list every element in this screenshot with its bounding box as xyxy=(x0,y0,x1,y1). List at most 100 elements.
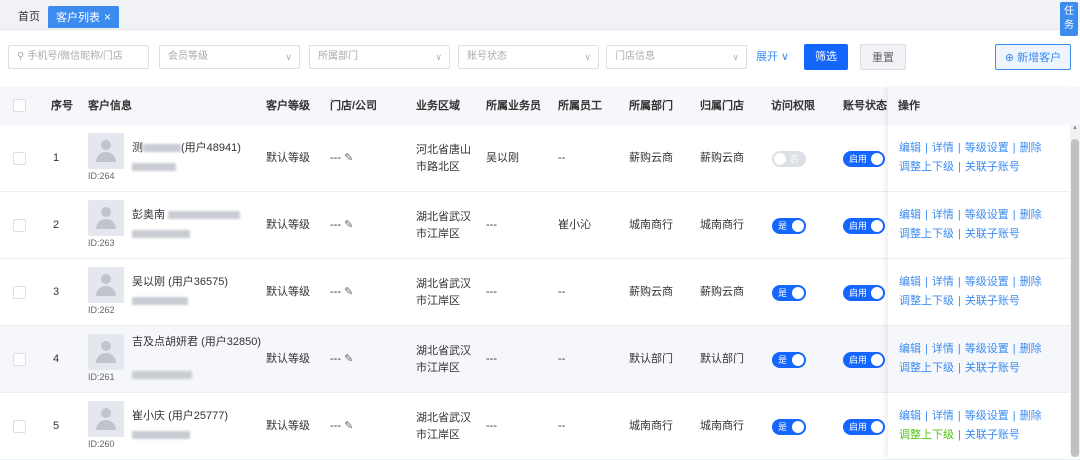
customer-level: 默认等级 xyxy=(266,420,310,432)
scrollbar-thumb[interactable] xyxy=(1071,139,1079,457)
scroll-up-icon[interactable]: ▲ xyxy=(1072,125,1078,131)
store-info-select[interactable]: 门店信息 ∨ xyxy=(606,45,747,69)
redacted-text xyxy=(143,144,181,153)
col-header: 门店/公司 xyxy=(330,100,378,112)
customer-name: 彭奥南 xyxy=(132,207,241,224)
customer-name: 吉及点胡妍君 (用户32850) xyxy=(132,336,261,348)
customer-phone xyxy=(132,293,188,310)
business-region: 湖北省武汉市江岸区 xyxy=(416,278,471,307)
status-toggle[interactable]: 启用 xyxy=(843,352,885,368)
access-toggle[interactable]: 是 xyxy=(772,285,806,301)
chevron-down-icon: ∨ xyxy=(732,52,739,62)
access-toggle[interactable]: 是 xyxy=(772,218,806,234)
row-checkbox[interactable] xyxy=(13,152,26,165)
row-number: 4 xyxy=(53,353,60,365)
business-region: 湖北省武汉市江岸区 xyxy=(416,211,471,240)
search-icon: ⚲ xyxy=(17,51,25,62)
store-company: --- ✎ xyxy=(330,219,354,231)
pencil-icon[interactable]: ✎ xyxy=(344,152,353,164)
access-toggle[interactable]: 否 xyxy=(772,151,806,167)
home-store: 薪购云商 xyxy=(700,286,744,298)
chevron-down-icon: ∨ xyxy=(778,51,790,63)
member-level-select[interactable]: 会员等级 ∨ xyxy=(159,45,300,69)
redacted-text xyxy=(168,211,241,220)
col-header: 业务区域 xyxy=(416,100,460,112)
close-icon[interactable]: × xyxy=(104,10,111,24)
department: 城南商行 xyxy=(629,420,673,432)
home-store: 默认部门 xyxy=(700,353,744,365)
redacted-text xyxy=(132,230,190,239)
status-toggle[interactable]: 启用 xyxy=(843,218,885,234)
col-header: 客户信息 xyxy=(88,100,132,112)
avatar xyxy=(88,267,124,303)
customer-level: 默认等级 xyxy=(266,286,310,298)
customer-id: ID:261 xyxy=(88,372,115,382)
row-number: 5 xyxy=(53,420,60,432)
store-company: --- ✎ xyxy=(330,152,354,164)
row-checkbox[interactable] xyxy=(13,286,26,299)
staff: -- xyxy=(558,353,566,365)
customer-id: ID:262 xyxy=(88,305,115,315)
tab-customer-list[interactable]: 客户列表 × xyxy=(48,6,120,28)
select-all-checkbox[interactable] xyxy=(13,99,26,112)
staff: -- xyxy=(558,286,566,298)
chevron-down-icon: ∨ xyxy=(584,52,591,62)
account-status-select[interactable]: 账号状态 ∨ xyxy=(458,45,599,69)
department-select[interactable]: 所属部门 ∨ xyxy=(309,45,450,69)
filter-button[interactable]: 筛选 xyxy=(804,44,848,70)
business-region: 湖北省武汉市江岸区 xyxy=(416,345,471,374)
store-company: --- ✎ xyxy=(330,420,354,432)
row-number: 1 xyxy=(53,152,60,164)
status-toggle[interactable]: 启用 xyxy=(843,285,885,301)
row-checkbox[interactable] xyxy=(13,219,26,232)
staff: -- xyxy=(558,420,566,432)
pencil-icon[interactable]: ✎ xyxy=(344,420,353,432)
department: 薪购云商 xyxy=(629,152,673,164)
customer-name: 崔小庆 (用户25777) xyxy=(132,410,228,422)
pencil-icon[interactable]: ✎ xyxy=(344,219,353,231)
task-button[interactable]: 任务 xyxy=(1060,2,1078,36)
add-customer-button[interactable]: ⊕ 新增客户 xyxy=(995,44,1071,70)
access-toggle[interactable]: 是 xyxy=(772,419,806,435)
col-header: 所属员工 xyxy=(558,100,602,112)
customer-phone xyxy=(132,159,176,176)
salesman: 吴以刚 xyxy=(486,152,519,164)
col-header: 账号状态 xyxy=(843,100,887,112)
pencil-icon[interactable]: ✎ xyxy=(344,353,353,365)
actions-column-shadow xyxy=(888,87,1070,457)
row-checkbox[interactable] xyxy=(13,353,26,366)
redacted-text xyxy=(132,297,188,306)
tab-home[interactable]: 首页 xyxy=(10,6,48,28)
tab-bar: 首页 客户列表 × xyxy=(0,0,1080,30)
department: 薪购云商 xyxy=(629,286,673,298)
status-toggle[interactable]: 启用 xyxy=(843,151,885,167)
pencil-icon[interactable]: ✎ xyxy=(344,286,353,298)
customer-phone xyxy=(132,226,190,243)
row-number: 2 xyxy=(53,219,60,231)
col-header: 所属部门 xyxy=(629,100,673,112)
department: 城南商行 xyxy=(629,219,673,231)
customer-id: ID:260 xyxy=(88,439,115,449)
salesman: --- xyxy=(486,219,497,231)
search-input[interactable]: ⚲ 手机号/微信昵称/门店 xyxy=(8,45,149,69)
store-company: --- ✎ xyxy=(330,286,354,298)
customer-phone xyxy=(132,367,192,384)
reset-button[interactable]: 重置 xyxy=(860,44,906,70)
plus-circle-icon: ⊕ xyxy=(1004,52,1018,64)
redacted-text xyxy=(132,431,190,440)
salesman: --- xyxy=(486,286,497,298)
row-checkbox[interactable] xyxy=(13,420,26,433)
vertical-scrollbar[interactable]: ▲ xyxy=(1070,125,1080,457)
status-toggle[interactable]: 启用 xyxy=(843,419,885,435)
col-header: 访问权限 xyxy=(771,100,815,112)
expand-button[interactable]: 展开 ∨ xyxy=(756,45,789,69)
col-header: 客户等级 xyxy=(266,100,310,112)
access-toggle[interactable]: 是 xyxy=(772,352,806,368)
col-header: 序号 xyxy=(51,100,73,112)
chevron-down-icon: ∨ xyxy=(285,52,292,62)
chevron-down-icon: ∨ xyxy=(435,52,442,62)
avatar xyxy=(88,200,124,236)
customer-level: 默认等级 xyxy=(266,353,310,365)
salesman: --- xyxy=(486,420,497,432)
business-region: 湖北省武汉市江岸区 xyxy=(416,412,471,441)
